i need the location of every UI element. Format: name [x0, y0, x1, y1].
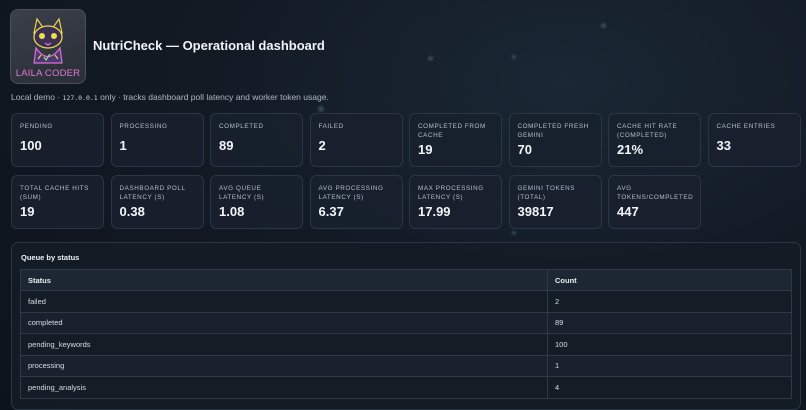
metric-value: 33	[716, 137, 731, 153]
metric-label: AVG TOKENS/COMPLETED	[617, 185, 694, 201]
count-cell: 1	[547, 354, 792, 377]
metric-card-cache-hit-rate: CACHE HIT RATE (COMPLETED) 21%	[608, 113, 701, 167]
metric-label: GEMINI TOKENS (TOTAL)	[517, 185, 576, 201]
metric-value: 19	[418, 142, 433, 157]
metric-card-gemini-tokens: GEMINI TOKENS (TOTAL) 39817	[508, 175, 602, 229]
header: LAILA CODER NutriCheck — Operational das…	[10, 9, 325, 84]
metric-value: 70	[517, 142, 532, 157]
bg-dot	[318, 106, 324, 112]
metric-card-processing: PROCESSING 1	[110, 113, 204, 167]
metric-card-avg-queue-latency: AVG QUEUE LATENCY (S) 1.08	[210, 175, 303, 229]
metric-label: COMPLETED	[219, 123, 264, 130]
metric-label: COMPLETED FRESH GEMINI	[517, 123, 589, 139]
metric-value: 0.38	[119, 204, 145, 219]
bg-dot	[512, 55, 516, 59]
app-logo: LAILA CODER	[10, 9, 86, 84]
bg-dot	[428, 56, 433, 61]
metric-value: 19	[20, 204, 35, 219]
metric-label: CACHE HIT RATE (COMPLETED)	[617, 123, 678, 139]
metric-value: 6.37	[318, 204, 344, 219]
metric-value: 21%	[617, 142, 644, 157]
status-cell: processing	[20, 354, 548, 377]
metric-label: AVG PROCESSING LATENCY (S)	[318, 185, 384, 201]
status-cell: failed	[20, 290, 548, 313]
metric-value: 89	[219, 137, 234, 153]
column-header-status: Status	[20, 269, 548, 291]
metric-card-avg-tokens-completed: AVG TOKENS/COMPLETED 447	[608, 175, 701, 229]
metric-card-failed: FAILED 2	[309, 113, 403, 167]
bg-dot	[601, 23, 606, 28]
metric-card-avg-processing-latency: AVG PROCESSING LATENCY (S) 6.37	[309, 175, 403, 229]
metric-label: COMPLETED FROM CACHE	[418, 123, 486, 139]
queue-table: Status Count failed 2 completed 89 pendi…	[20, 269, 792, 399]
page-title: NutriCheck — Operational dashboard	[93, 38, 325, 53]
metric-value: 100	[20, 137, 42, 153]
metric-card-total-cache-hits: TOTAL CACHE HITS (SUM) 19	[11, 175, 104, 229]
queue-panel-title: Queue by status	[21, 253, 80, 262]
table-row: processing 1	[20, 354, 792, 377]
bg-dot	[512, 231, 516, 235]
count-cell: 4	[547, 376, 792, 399]
metric-card-completed-fresh-gemini: COMPLETED FRESH GEMINI 70	[508, 113, 602, 167]
metric-value: 39817	[517, 204, 554, 219]
subtitle-suffix: only · tracks dashboard poll latency and…	[97, 92, 329, 102]
subtitle-prefix: Local demo ·	[11, 92, 63, 102]
table-row: pending_keywords 100	[20, 333, 792, 356]
metric-label: PENDING	[20, 123, 53, 130]
count-cell: 2	[547, 290, 792, 313]
metric-value: 2	[318, 137, 326, 153]
metric-label: DASHBOARD POLL LATENCY (S)	[119, 185, 186, 201]
metric-value: 17.99	[418, 204, 451, 219]
metric-value: 1.08	[219, 204, 245, 219]
cat-coder-icon	[33, 17, 63, 64]
metric-card-cache-entries: CACHE ENTRIES 33	[707, 113, 801, 167]
count-cell: 100	[547, 333, 792, 356]
subtitle-host: 127.0.0.1	[62, 94, 98, 102]
metric-value: 1	[119, 137, 127, 153]
metric-label: AVG QUEUE LATENCY (S)	[219, 185, 265, 201]
metric-label: PROCESSING	[119, 123, 168, 130]
metric-value: 447	[617, 204, 639, 219]
page-subtitle: Local demo · 127.0.0.1 only · tracks das…	[11, 92, 329, 102]
count-cell: 89	[547, 311, 792, 334]
table-header-row: Status Count	[20, 269, 792, 291]
queue-panel: Queue by status Status Count failed 2 co…	[11, 242, 801, 410]
metric-card-pending: PENDING 100	[11, 113, 104, 167]
status-cell: completed	[20, 311, 548, 334]
metric-label: MAX PROCESSING LATENCY (S)	[418, 185, 484, 201]
table-row: completed 89	[20, 311, 792, 334]
metric-label: FAILED	[318, 123, 344, 130]
metric-label: TOTAL CACHE HITS (SUM)	[20, 185, 89, 201]
metric-label: CACHE ENTRIES	[716, 123, 776, 130]
table-row: failed 2	[20, 290, 792, 313]
metric-card-dashboard-poll-latency: DASHBOARD POLL LATENCY (S) 0.38	[110, 175, 204, 229]
metric-card-completed: COMPLETED 89	[210, 113, 303, 167]
column-header-count: Count	[547, 269, 792, 291]
metric-card-completed-from-cache: COMPLETED FROM CACHE 19	[409, 113, 502, 167]
metric-card-max-processing-latency: MAX PROCESSING LATENCY (S) 17.99	[409, 175, 502, 229]
status-cell: pending_keywords	[20, 333, 548, 356]
table-row: pending_analysis 4	[20, 376, 792, 399]
logo-text: LAILA CODER	[15, 68, 81, 79]
status-cell: pending_analysis	[20, 376, 548, 399]
